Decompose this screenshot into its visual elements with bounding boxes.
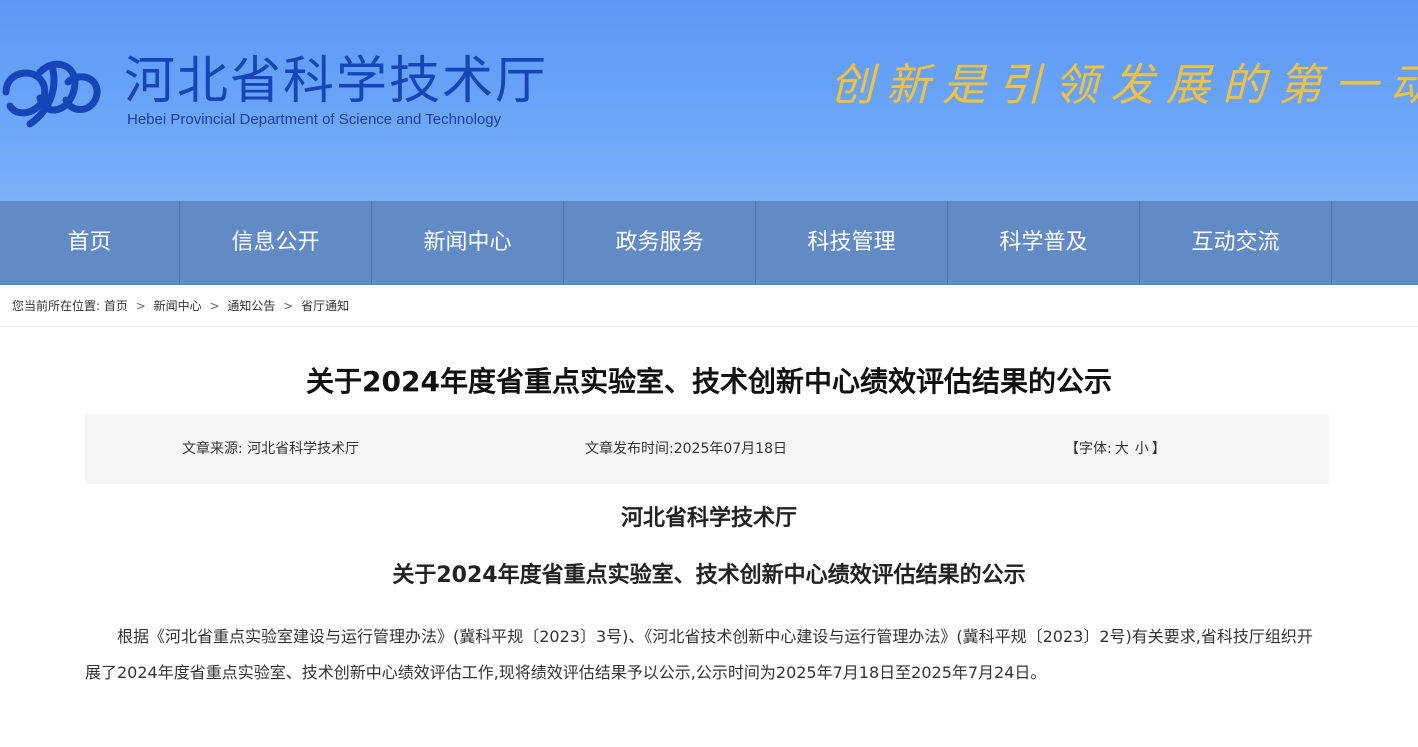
site-title: 河北省科学技术厅 [124, 52, 549, 111]
main-nav: 首页 信息公开 新闻中心 政务服务 科技管理 科学普及 互动交流 [0, 201, 1418, 285]
font-size-small-button[interactable]: 小 [1135, 441, 1149, 457]
article-meta-bar: 文章来源: 河北省科学技术厅 文章发布时间:2025年07月18日 【字体: 大小… [85, 414, 1329, 484]
breadcrumb-notices[interactable]: 通知公告 [227, 299, 275, 313]
font-size-control: 【字体: 大小】 [1065, 414, 1166, 484]
font-size-prefix: 【字体: [1065, 441, 1112, 457]
breadcrumb-separator: > [283, 299, 294, 313]
article-title: 关于2024年度省重点实验室、技术创新中心绩效评估结果的公示 [306, 365, 1112, 398]
nav-item-science-popularization[interactable]: 科学普及 [948, 201, 1140, 285]
header-banner: 河北省科学技术厅 Hebei Provincial Department of … [0, 0, 1418, 201]
breadcrumb-separator: > [209, 299, 220, 313]
breadcrumb-home[interactable]: 首页 [104, 299, 128, 313]
breadcrumb-news-center[interactable]: 新闻中心 [154, 299, 202, 313]
breadcrumb: 您当前所在位置: 首页 > 新闻中心 > 通知公告 > 省厅通知 [12, 296, 349, 316]
nav-item-news-center[interactable]: 新闻中心 [372, 201, 564, 285]
nav-item-interaction[interactable]: 互动交流 [1140, 201, 1332, 285]
article-source: 文章来源: 河北省科学技术厅 [182, 441, 360, 457]
nav-item-government-services[interactable]: 政务服务 [564, 201, 756, 285]
breadcrumb-prefix: 您当前所在位置: [12, 299, 101, 313]
document-title: 关于2024年度省重点实验室、技术创新中心绩效评估结果的公示 [392, 563, 1026, 588]
font-size-large-button[interactable]: 大 [1115, 441, 1129, 457]
nav-item-home[interactable]: 首页 [0, 201, 180, 285]
hebei-science-logo-icon [2, 60, 101, 128]
site-subtitle: Hebei Provincial Department of Science a… [127, 111, 502, 128]
breadcrumb-divider [0, 326, 1418, 327]
nav-item-tech-management[interactable]: 科技管理 [756, 201, 948, 285]
nav-item-info-disclosure[interactable]: 信息公开 [180, 201, 372, 285]
breadcrumb-department-notices[interactable]: 省厅通知 [301, 299, 349, 313]
breadcrumb-separator: > [135, 299, 146, 313]
document-body-paragraph: 根据《河北省重点实验室建设与运行管理办法》(冀科平规〔2023〕3号)、《河北省… [85, 627, 1313, 682]
article-publish-date: 文章发布时间:2025年07月18日 [585, 441, 787, 457]
slogan: 创新是引领发展的第一动力 [830, 60, 1418, 111]
font-size-suffix: 】 [1151, 441, 1166, 457]
document-issuer: 河北省科学技术厅 [620, 506, 797, 531]
